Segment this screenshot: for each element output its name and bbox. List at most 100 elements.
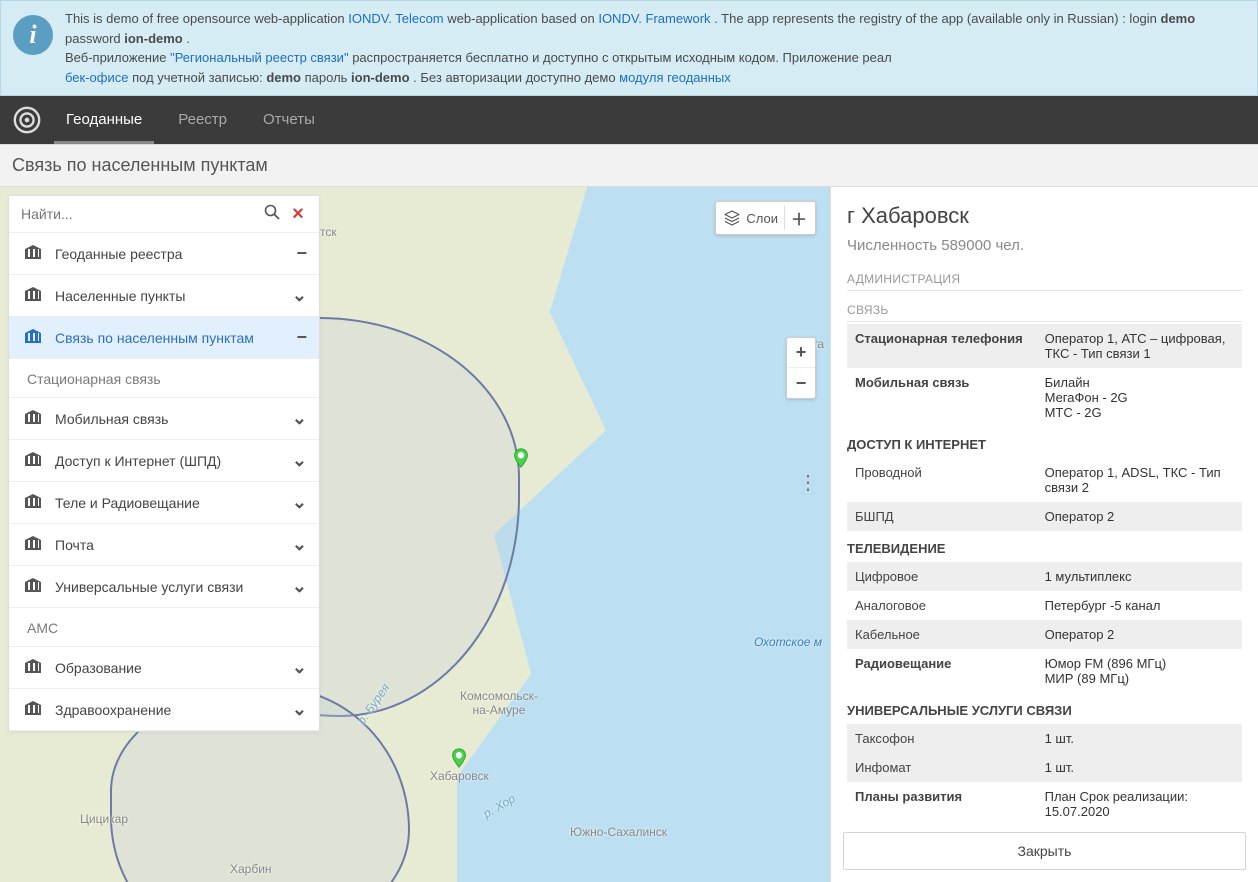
layers-icon (724, 210, 740, 226)
sidebar-item-mobile[interactable]: Мобильная связь ⌄ (9, 398, 319, 440)
bank-icon (23, 452, 43, 469)
table-row: БШПДОператор 2 (847, 502, 1242, 531)
section-universal: УНИВЕРСАЛЬНЫЕ УСЛУГИ СВЯЗИ (847, 693, 1242, 724)
table-row: АналоговоеПетербург -5 канал (847, 591, 1242, 620)
link-telecom[interactable]: IONDV. Telecom (348, 11, 443, 26)
nav-geodata[interactable]: Геоданные (54, 96, 154, 144)
sidebar-item-healthcare[interactable]: Здравоохранение ⌄ (9, 689, 319, 731)
bank-icon (23, 578, 43, 595)
zoom-in-button[interactable]: + (787, 338, 815, 368)
table-row: КабельноеОператор 2 (847, 620, 1242, 649)
link-framework[interactable]: IONDV. Framework (598, 11, 710, 26)
collapse-icon: − (296, 327, 307, 348)
city-label-harbin: Харбин (230, 862, 272, 876)
panel-subtitle: Численность 589000 чел. (847, 237, 1242, 254)
table-row: Таксофон1 шт. (847, 724, 1242, 753)
nav-registry[interactable]: Реестр (166, 96, 239, 144)
zoom-control: + − (786, 337, 816, 399)
sidebar-item-label: Универсальные услуги связи (55, 579, 280, 595)
sidebar-item-label: Связь по населенным пунктам (55, 330, 284, 346)
banner-text: This is demo of free opensource web-appl… (65, 9, 1245, 87)
page-title: Связь по населенным пунктам (0, 144, 1258, 187)
info-icon: i (13, 15, 53, 55)
sea-label-okhotsk: Охотское м (754, 635, 822, 649)
chevron-down-icon: ⌄ (292, 657, 307, 678)
detail-panel: г Хабаровск Численность 589000 чел. АДМИ… (830, 187, 1258, 882)
bank-icon (23, 329, 43, 346)
table-row: Стационарная телефонияОператор 1, АТС – … (847, 324, 1242, 368)
table-row: Планы развитияПлан Срок реализации: 15.0… (847, 782, 1242, 820)
section-admin: АДМИНИСТРАЦИЯ (847, 266, 1242, 291)
close-button[interactable]: Закрыть (843, 832, 1246, 870)
info-banner: i This is demo of free opensource web-ap… (0, 0, 1258, 96)
bank-icon (23, 494, 43, 511)
city-label-qiqihar: Цицикар (80, 812, 128, 826)
more-menu-icon[interactable]: ⋮ (798, 477, 816, 489)
bank-icon (23, 536, 43, 553)
chevron-down-icon: ⌄ (292, 450, 307, 471)
app-logo-icon (12, 105, 42, 135)
sidebar-item-label: Населенные пункты (55, 288, 280, 304)
city-label-komsomolsk: Комсомольск-на-Амуре (460, 689, 538, 717)
table-row: Цифровое1 мультиплекс (847, 562, 1242, 591)
chevron-down-icon: ⌄ (292, 492, 307, 513)
sidebar-search: × (9, 196, 319, 233)
close-icon[interactable]: × (285, 204, 311, 224)
sidebar-item-universal[interactable]: Универсальные услуги связи ⌄ (9, 566, 319, 608)
table-row: Инфомат1 шт. (847, 753, 1242, 782)
layers-control[interactable]: Слои ＋ (715, 201, 816, 235)
map-pin[interactable] (510, 447, 532, 469)
chevron-down-icon: ⌄ (292, 408, 307, 429)
search-icon[interactable] (259, 204, 285, 225)
city-label-yuzhno: Южно-Сахалинск (570, 825, 667, 839)
internet-table: ПроводнойОператор 1, ADSL, ТКС - Тип свя… (847, 458, 1242, 531)
navbar: Геоданные Реестр Отчеты (0, 96, 1258, 144)
section-tv: ТЕЛЕВИДЕНИЕ (847, 531, 1242, 562)
panel-title: г Хабаровск (847, 203, 1242, 229)
link-regional[interactable]: "Региональный реестр связи" (170, 50, 348, 65)
sidebar-item-tv-radio[interactable]: Теле и Радиовещание ⌄ (9, 482, 319, 524)
univ-table: Таксофон1 шт. Инфомат1 шт. Планы развити… (847, 724, 1242, 820)
collapse-icon: − (296, 243, 307, 264)
bank-icon (23, 659, 43, 676)
sidebar-item-label: Образование (55, 660, 280, 676)
bank-icon (23, 245, 43, 262)
sidebar-item-internet[interactable]: Доступ к Интернет (ШПД) ⌄ (9, 440, 319, 482)
bank-icon (23, 410, 43, 427)
sidebar-item-label: Почта (55, 537, 280, 553)
chevron-down-icon: ⌄ (292, 534, 307, 555)
sidebar-heading-fixed: Стационарная связь (9, 359, 319, 398)
sidebar-item-geo-registry[interactable]: Геоданные реестра − (9, 233, 319, 275)
sidebar-item-label: Доступ к Интернет (ШПД) (55, 453, 280, 469)
map-pin-khabarovsk[interactable] (448, 747, 470, 769)
tv-table: Цифровое1 мультиплекс АналоговоеПетербур… (847, 562, 1242, 693)
zoom-out-button[interactable]: − (787, 368, 815, 398)
table-row: ПроводнойОператор 1, ADSL, ТКС - Тип свя… (847, 458, 1242, 502)
bank-icon (23, 287, 43, 304)
sidebar-item-education[interactable]: Образование ⌄ (9, 647, 319, 689)
link-geodata[interactable]: модуля геоданных (619, 70, 731, 85)
table-row: РадиовещаниеЮмор FM (896 МГц) МИР (89 МГ… (847, 649, 1242, 693)
table-row: Мобильная связьБилайн МегаФон - 2G МТС -… (847, 368, 1242, 427)
section-internet: ДОСТУП К ИНТЕРНЕТ (847, 427, 1242, 458)
city-label-khabarovsk: Хабаровск (430, 769, 489, 783)
layers-label: Слои (746, 211, 778, 226)
sidebar: × Геоданные реестра − Населенные пункты … (8, 195, 320, 732)
comm-table: Стационарная телефонияОператор 1, АТС – … (847, 324, 1242, 427)
chevron-down-icon: ⌄ (292, 699, 307, 720)
plus-icon: ＋ (784, 206, 807, 230)
sidebar-item-post[interactable]: Почта ⌄ (9, 524, 319, 566)
nav-reports[interactable]: Отчеты (251, 96, 327, 144)
sidebar-item-label: Мобильная связь (55, 411, 280, 427)
section-comm: СВЯЗЬ (847, 297, 1242, 322)
link-backoffice[interactable]: бек-офисе (65, 70, 128, 85)
sidebar-item-comm-by-settlement[interactable]: Связь по населенным пунктам − (9, 317, 319, 359)
chevron-down-icon: ⌄ (292, 576, 307, 597)
sidebar-item-label: Геоданные реестра (55, 246, 284, 262)
chevron-down-icon: ⌄ (292, 285, 307, 306)
sidebar-item-settlements[interactable]: Населенные пункты ⌄ (9, 275, 319, 317)
bank-icon (23, 701, 43, 718)
search-input[interactable] (17, 202, 259, 226)
sidebar-heading-ams: АМС (9, 608, 319, 647)
sidebar-item-label: Здравоохранение (55, 702, 280, 718)
